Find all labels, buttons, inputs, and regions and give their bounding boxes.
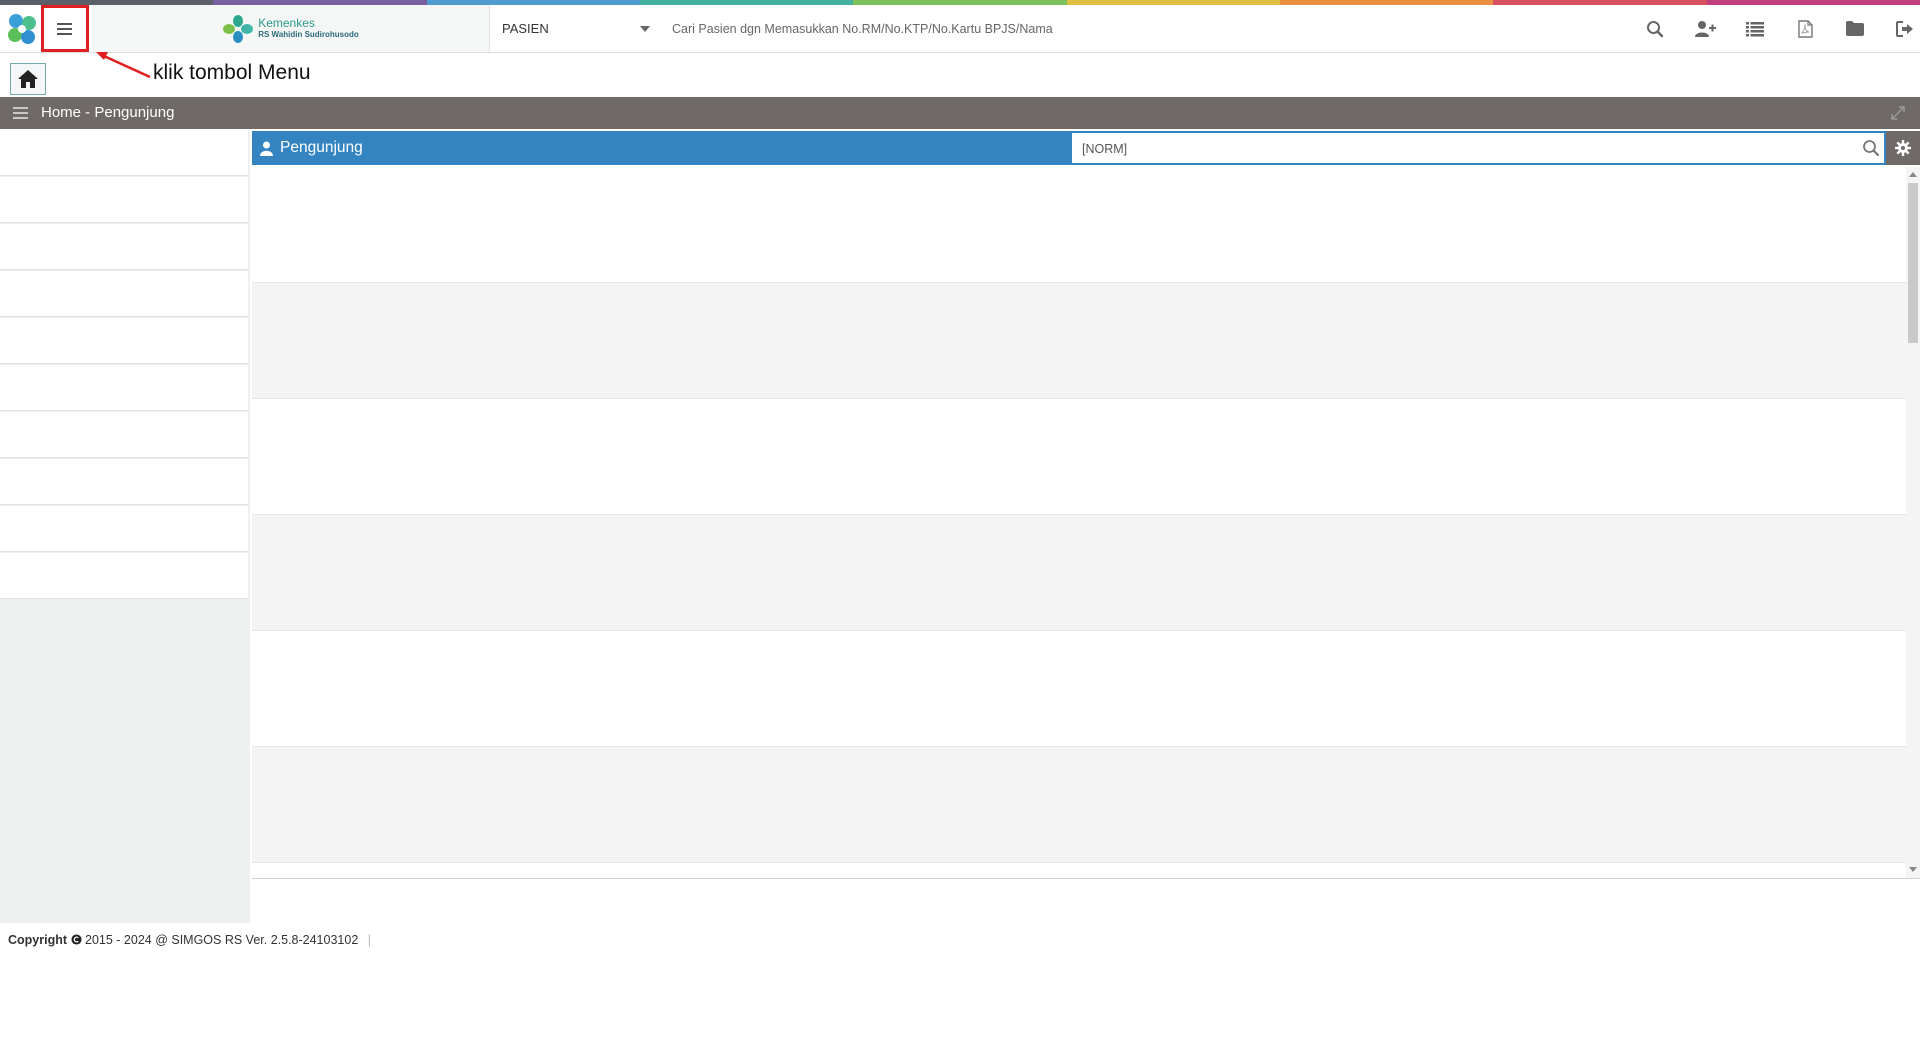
search-button[interactable]: [1630, 5, 1680, 52]
expand-icon[interactable]: [1890, 105, 1906, 121]
grid-bottom-border: [252, 878, 1920, 879]
list-button[interactable]: [1730, 5, 1780, 52]
panel-header: Pengunjung: [252, 131, 1070, 165]
search-icon: [1647, 20, 1664, 37]
table-row[interactable]: [252, 747, 1906, 863]
sidebar-item[interactable]: [0, 459, 248, 505]
sidebar-item[interactable]: [0, 553, 248, 599]
table-row[interactable]: [252, 283, 1906, 399]
menu-icon: [57, 22, 72, 35]
gear-icon: [1895, 140, 1911, 156]
user-icon: [260, 141, 273, 156]
table-row[interactable]: [252, 631, 1906, 747]
top-navbar: Kemenkes RS Wahidin Sudirohusodo PASIEN: [0, 5, 1920, 53]
annotation-label: klik tombol Menu: [153, 61, 311, 84]
logout-button[interactable]: [1880, 5, 1920, 52]
sidebar-item[interactable]: [0, 506, 248, 552]
list-icon: [1746, 21, 1764, 36]
panel-title: Pengunjung: [280, 139, 363, 156]
home-button[interactable]: [10, 63, 46, 95]
sidebar-item[interactable]: [0, 365, 248, 411]
vertical-scrollbar[interactable]: [1906, 167, 1920, 878]
main-menu-button[interactable]: [42, 5, 87, 52]
footer-separator: |: [367, 933, 372, 947]
breadcrumb: Home - Pengunjung: [41, 104, 175, 121]
table-row[interactable]: [252, 515, 1906, 631]
sidebar-item[interactable]: [0, 224, 248, 270]
table-row[interactable]: [252, 399, 1906, 515]
norm-search-input[interactable]: [1080, 137, 1834, 161]
data-grid: [252, 167, 1906, 878]
footer: Copyright 2015 - 2024 @ SIMGOS RS Ver. 2…: [8, 933, 371, 947]
sidebar-item[interactable]: [0, 177, 248, 223]
search-category-select[interactable]: PASIEN: [490, 5, 656, 52]
pdf-file-icon: [1797, 19, 1813, 38]
copyright-text: 2015 - 2024 @ SIMGOS RS Ver. 2.5.8-24103…: [85, 933, 359, 947]
sidebar-item[interactable]: [0, 271, 248, 317]
sidebar-item[interactable]: [0, 412, 248, 458]
settings-button[interactable]: [1886, 131, 1920, 165]
breadcrumb-menu-icon[interactable]: [13, 107, 28, 119]
table-row[interactable]: [252, 167, 1906, 283]
search-category-value: PASIEN: [502, 21, 549, 36]
folder-icon: [1846, 21, 1864, 36]
user-plus-icon: [1695, 20, 1716, 37]
scrollbar-thumb[interactable]: [1908, 183, 1918, 343]
breadcrumb-bar: Home - Pengunjung: [0, 97, 1920, 129]
folder-button[interactable]: [1830, 5, 1880, 52]
kemenkes-logo-icon: [223, 14, 254, 43]
brand-title: Kemenkes: [258, 15, 315, 30]
sidebar: [0, 130, 250, 923]
scroll-down-icon[interactable]: [1909, 867, 1917, 872]
patient-search-input[interactable]: [662, 15, 1622, 43]
brand-logo: Kemenkes RS Wahidin Sudirohusodo: [92, 5, 490, 52]
brand-subtitle: RS Wahidin Sudirohusodo: [258, 29, 359, 39]
pdf-report-button[interactable]: [1780, 5, 1830, 52]
home-icon: [18, 70, 38, 88]
add-patient-button[interactable]: [1680, 5, 1730, 52]
copyright-label: Copyright: [8, 933, 68, 947]
sign-out-icon: [1896, 20, 1913, 37]
copyright-icon: [70, 934, 82, 945]
scroll-up-icon[interactable]: [1909, 172, 1917, 177]
search-icon[interactable]: [1862, 139, 1880, 157]
sidebar-item[interactable]: [0, 130, 248, 176]
norm-search-box: [1070, 131, 1886, 165]
app-logo-icon: [8, 14, 36, 44]
caret-down-icon: [640, 26, 650, 32]
sidebar-item[interactable]: [0, 318, 248, 364]
